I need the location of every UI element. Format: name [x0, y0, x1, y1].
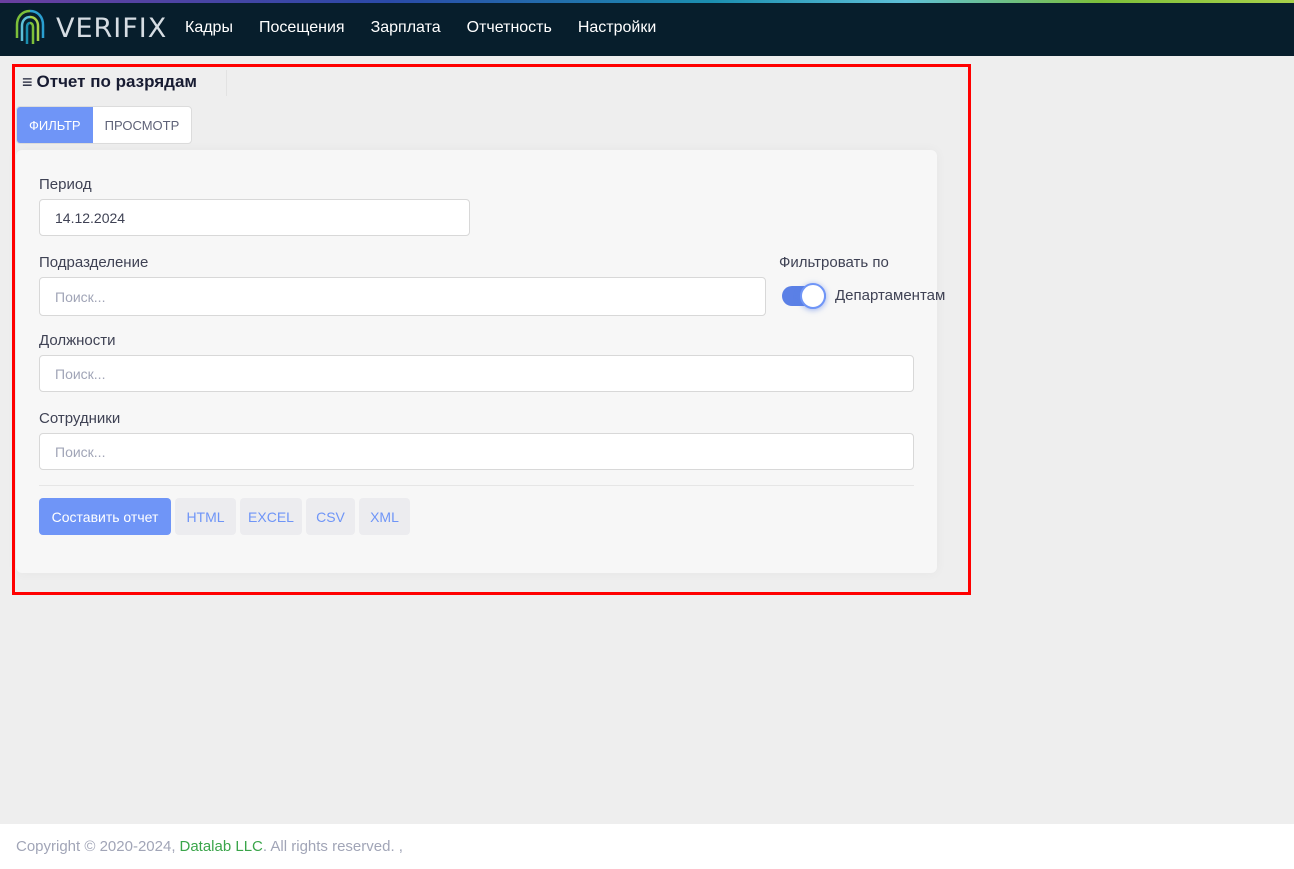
tab-preview[interactable]: ПРОСМОТР — [93, 107, 192, 143]
filter-card: Период Подразделение Фильтровать по Депа… — [16, 150, 945, 573]
filter-by-departments-toggle[interactable] — [782, 283, 826, 309]
footer-rights: . All rights reserved. , — [262, 838, 403, 855]
main-nav: Кадры Посещения Зарплата Отчетность Наст… — [172, 0, 669, 56]
menu-burger-icon[interactable]: ≡ — [22, 72, 33, 93]
period-label: Период — [39, 176, 92, 193]
fingerprint-logo-icon — [14, 8, 46, 48]
employees-search-input[interactable] — [39, 433, 914, 470]
positions-search-input[interactable] — [39, 355, 914, 392]
logo-text: VERIFIX — [56, 12, 168, 44]
tab-filter[interactable]: ФИЛЬТР — [17, 107, 93, 143]
nav-item-reports[interactable]: Отчетность — [454, 19, 565, 37]
nav-item-settings[interactable]: Настройки — [565, 19, 669, 37]
export-excel-button[interactable]: EXCEL — [240, 498, 302, 535]
filter-by-label: Фильтровать по — [779, 254, 889, 271]
export-xml-button[interactable]: XML — [359, 498, 410, 535]
form-divider — [39, 485, 914, 486]
footer-company-link[interactable]: Datalab LLC — [180, 838, 263, 855]
positions-label: Должности — [39, 332, 116, 349]
footer-copyright: Copyright © 2020-2024, — [16, 838, 176, 855]
nav-item-attendance[interactable]: Посещения — [246, 19, 358, 37]
footer: Copyright © 2020-2024, Datalab LLC . All… — [0, 824, 1294, 869]
department-search-input[interactable] — [39, 277, 766, 316]
department-label: Подразделение — [39, 254, 149, 271]
period-input[interactable] — [39, 199, 470, 236]
header-divider — [226, 70, 227, 96]
export-csv-button[interactable]: CSV — [306, 498, 355, 535]
page-title: Отчет по разрядам — [36, 72, 197, 91]
export-html-button[interactable]: HTML — [175, 498, 236, 535]
logo[interactable]: VERIFIX — [14, 8, 167, 48]
build-report-button[interactable]: Составить отчет — [39, 498, 171, 535]
toggle-knob — [800, 283, 826, 309]
employees-label: Сотрудники — [39, 410, 121, 427]
page-header: ≡ Отчет по разрядам — [22, 70, 197, 94]
toggle-label: Департаментам — [835, 287, 946, 304]
nav-item-salary[interactable]: Зарплата — [358, 19, 454, 37]
report-tabs: ФИЛЬТР ПРОСМОТР — [16, 106, 193, 144]
top-navbar: VERIFIX Кадры Посещения Зарплата Отчетно… — [0, 0, 1294, 56]
nav-item-kadry[interactable]: Кадры — [172, 19, 246, 37]
